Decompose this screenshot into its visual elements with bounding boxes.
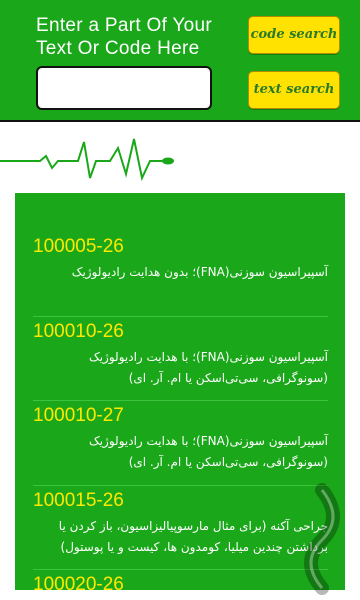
- item-code: 100010-27: [33, 405, 124, 426]
- list-item[interactable]: 100015-26 جراحی آکنه (برای مثال مارسوپیا…: [33, 489, 328, 558]
- list-item[interactable]: 100005-26 آسپیراسیون سوزنی(FNA)؛ بدون هد…: [33, 235, 328, 283]
- list-item[interactable]: 100010-27 آسپیراسیون سوزنی(FNA)؛ با هدای…: [33, 404, 328, 473]
- item-code: 100010-26: [33, 321, 124, 342]
- list-divider: [33, 485, 328, 486]
- text-search-button[interactable]: text search: [248, 71, 340, 109]
- item-description: جراحی آکنه (برای مثال مارسوپیالیزاسیون، …: [58, 519, 328, 554]
- item-description: آسپیراسیون سوزنی(FNA)؛ بدون هدایت رادیول…: [71, 265, 328, 279]
- list-divider: [33, 316, 328, 317]
- header-bar: Enter a Part Of Your Text Or Code Here c…: [0, 0, 360, 122]
- share-icon[interactable]: [286, 478, 358, 600]
- item-code: 100005-26: [33, 236, 124, 257]
- search-prompt-title: Enter a Part Of Your Text Or Code Here: [36, 15, 213, 59]
- item-description: آسپیراسیون سوزنی(FNA)؛ با هدایت رادیولوژ…: [88, 350, 328, 385]
- list-item[interactable]: 100020-26: [33, 573, 328, 590]
- list-item[interactable]: 100010-26 آسپیراسیون سوزنی(FNA)؛ با هدای…: [33, 320, 328, 389]
- heartbeat-line-icon: [0, 138, 174, 182]
- item-description: آسپیراسیون سوزنی(FNA)؛ با هدایت رادیولوژ…: [88, 434, 328, 469]
- list-divider: [33, 400, 328, 401]
- item-code: 100020-26: [33, 574, 124, 590]
- list-divider: [33, 569, 328, 570]
- code-search-button[interactable]: code search: [248, 16, 340, 54]
- header-divider: [0, 120, 360, 122]
- search-input[interactable]: [36, 66, 212, 110]
- item-code: 100015-26: [33, 490, 124, 511]
